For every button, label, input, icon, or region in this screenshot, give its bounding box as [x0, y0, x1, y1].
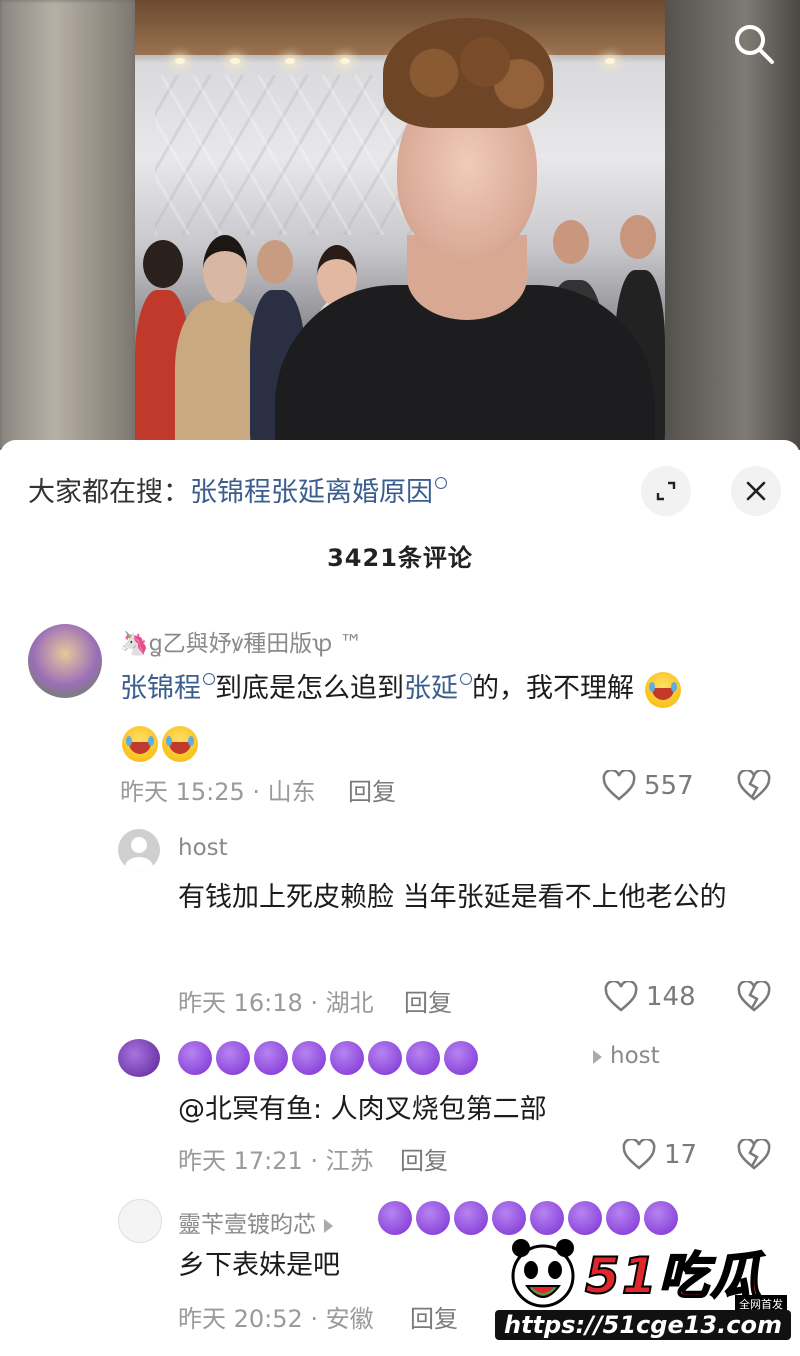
broken-heart-icon [737, 768, 771, 801]
watermark-url: https://51cge13.com [495, 1310, 791, 1340]
comment-text: 有钱加上死皮赖脸 当年张延是看不上他老公的 [178, 882, 727, 913]
search-small-icon [435, 477, 447, 489]
comment-text: 乡下表妹是吧 [178, 1250, 340, 1281]
reply-button[interactable]: 回复 [348, 772, 396, 807]
comment-time: 昨天 16:18 · 湖北 [178, 989, 374, 1017]
video-frame [135, 0, 665, 450]
avatar[interactable] [118, 1199, 162, 1243]
dislike-button[interactable] [737, 768, 771, 806]
mention-link[interactable]: 张延 [404, 673, 458, 704]
reply-target-emoji-dots[interactable] [378, 1201, 678, 1235]
comment-time: 昨天 20:52 · 安徽 [178, 1305, 374, 1333]
close-icon [746, 481, 766, 501]
search-button[interactable] [730, 20, 778, 68]
like-button[interactable]: 17 [622, 1139, 697, 1171]
video-blur-left [0, 0, 135, 450]
dislike-button[interactable] [737, 1137, 771, 1175]
heart-icon [604, 981, 638, 1012]
laugh-cry-emoji-icon [162, 725, 198, 762]
reply-target-username[interactable]: host [610, 1043, 660, 1069]
laugh-cry-emoji-icon [122, 725, 158, 762]
mention-link[interactable]: 张锦程 [120, 673, 201, 704]
avatar[interactable] [118, 829, 160, 871]
expand-icon [656, 481, 676, 501]
like-button[interactable]: 148 [604, 981, 696, 1013]
broken-heart-icon [737, 1137, 771, 1170]
like-count: 17 [664, 1140, 698, 1170]
sheet-header: 大家都在搜：张锦程张延离婚原因 3421条评论 [0, 440, 800, 572]
search-small-icon [203, 673, 215, 685]
comment-text: @北冥有鱼: 人肉叉烧包第二部 [178, 1094, 547, 1125]
trending-search[interactable]: 大家都在搜：张锦程张延离婚原因 [28, 470, 447, 509]
comment-time: 昨天 15:25 · 山东 [120, 778, 316, 806]
reply-arrow-icon [593, 1049, 602, 1064]
comment-sheet: 大家都在搜：张锦程张延离婚原因 3421条评论 🦄ꬶ乙與妤ꝟ種田版ꝕ ™ 张锦程… [0, 440, 800, 1356]
dislike-button[interactable] [737, 979, 771, 1017]
reply-button[interactable]: 回复 [400, 1141, 448, 1176]
like-count: 557 [644, 771, 694, 801]
reply-arrow-icon [324, 1218, 333, 1233]
comment-text: 张锦程 到底是怎么追到张延 的，我不理解 [120, 662, 760, 770]
watermark: 51吃瓜 全网首发 https://51cge13.com [495, 1232, 795, 1342]
heart-icon [622, 1139, 656, 1170]
comment-username[interactable]: host [178, 835, 228, 861]
username-emoji-dots[interactable] [178, 1041, 478, 1075]
default-avatar-icon [125, 837, 153, 871]
laugh-cry-emoji-icon [644, 671, 681, 708]
comment-count: 3421条评论 [327, 544, 473, 572]
trending-label: 大家都在搜： [28, 477, 190, 508]
comment-username: 靈苄壹镀昀芯 [178, 1205, 341, 1239]
reply-button[interactable]: 回复 [410, 1299, 458, 1334]
broken-heart-icon [737, 979, 771, 1012]
close-button[interactable] [731, 466, 781, 516]
search-small-icon [460, 673, 472, 685]
reply-button[interactable]: 回复 [404, 983, 452, 1018]
like-button[interactable]: 557 [602, 770, 694, 802]
comment-username[interactable]: 🦄ꬶ乙與妤ꝟ種田版ꝕ ™ [120, 624, 363, 658]
avatar[interactable] [118, 1039, 160, 1077]
like-count: 148 [646, 982, 696, 1012]
heart-icon [602, 770, 636, 801]
panda-logo [509, 1234, 577, 1310]
expand-button[interactable] [641, 466, 691, 516]
comment-time: 昨天 17:21 · 江苏 [178, 1147, 374, 1175]
search-icon [735, 25, 774, 64]
video-player[interactable] [0, 0, 800, 450]
avatar[interactable] [28, 624, 102, 698]
trending-query-link[interactable]: 张锦程张延离婚原因 [190, 477, 433, 508]
reply-target: host [585, 1043, 660, 1069]
